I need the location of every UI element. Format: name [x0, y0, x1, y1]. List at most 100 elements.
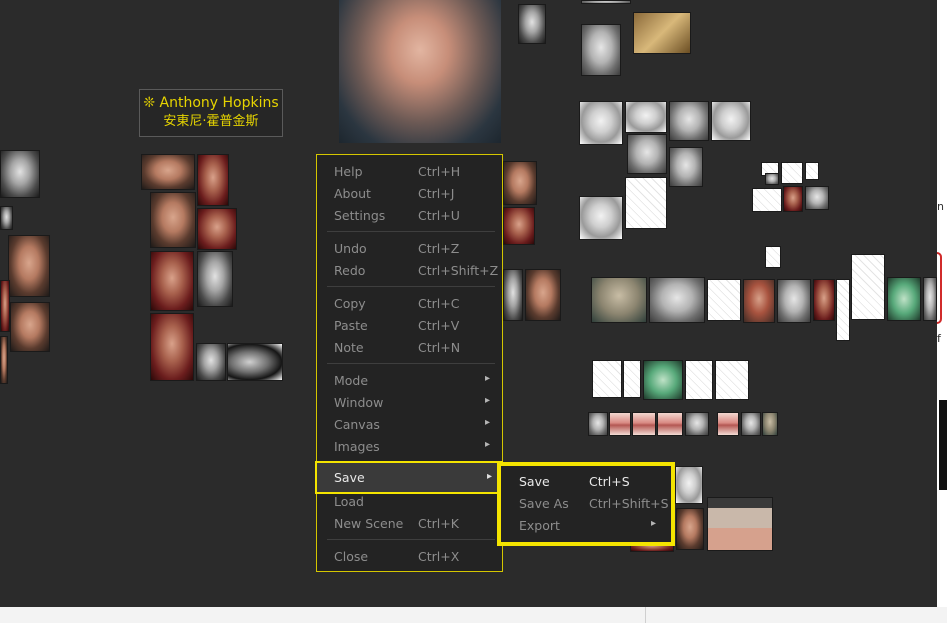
thumbnail-image[interactable] — [657, 412, 683, 436]
menu-item-help[interactable]: Help Ctrl+H — [317, 161, 502, 183]
thumbnail-image[interactable] — [836, 279, 850, 341]
thumbnail-image[interactable] — [525, 269, 561, 321]
menu-item-about[interactable]: About Ctrl+J — [317, 183, 502, 205]
thumbnail-image[interactable] — [632, 412, 656, 436]
thumbnail-image[interactable] — [579, 196, 623, 240]
menu-item-shortcut: Ctrl+X — [418, 549, 460, 564]
thumbnail-image[interactable] — [669, 101, 709, 141]
thumbnail-image[interactable] — [579, 101, 623, 145]
thumbnail-image[interactable] — [625, 101, 667, 133]
thumbnail-image[interactable] — [518, 4, 546, 44]
thumbnail-image[interactable] — [227, 343, 283, 381]
thumbnail-image[interactable] — [707, 497, 773, 551]
menu-item-window[interactable]: Window ▸ — [317, 392, 502, 414]
thumbnail-image[interactable] — [588, 412, 608, 436]
menu-item-shortcut: Ctrl+Shift+S — [589, 496, 669, 511]
thumbnail-image[interactable] — [150, 192, 196, 248]
menu-item-shortcut: Ctrl+S — [589, 474, 630, 489]
thumbnail-image[interactable] — [0, 206, 13, 230]
thumbnail-image[interactable] — [150, 313, 194, 381]
thumbnail-image[interactable] — [503, 161, 537, 205]
menu-item-images[interactable]: Images ▸ — [317, 436, 502, 458]
thumbnail-image[interactable] — [762, 412, 778, 436]
thumbnail-image[interactable] — [685, 412, 709, 436]
thumbnail-image[interactable] — [197, 154, 229, 206]
thumbnail-image[interactable] — [609, 412, 631, 436]
menu-item-label: Save As — [519, 496, 569, 511]
chevron-right-icon: ▸ — [485, 373, 491, 384]
thumbnail-image[interactable] — [675, 466, 703, 504]
menu-item-label: Window — [334, 395, 384, 410]
thumbnail-image[interactable] — [752, 188, 782, 212]
thumbnail-image[interactable] — [765, 173, 779, 185]
thumbnail-image[interactable] — [717, 412, 739, 436]
menu-item-undo[interactable]: Undo Ctrl+Z — [317, 238, 502, 260]
menu-item-shortcut: Ctrl+C — [418, 296, 460, 311]
reference-board-canvas[interactable]: ❊ Anthony Hopkins 安東尼·霍普金斯 Help Ctrl+H A… — [0, 0, 937, 607]
menu-item-new-scene[interactable]: New Scene Ctrl+K — [317, 513, 502, 535]
thumbnail-image[interactable] — [887, 277, 921, 321]
menu-item-note[interactable]: Note Ctrl+N — [317, 337, 502, 359]
thumbnail-image[interactable] — [581, 24, 621, 76]
menu-item-label: Redo — [334, 263, 366, 278]
background-text-fragment: n — [937, 200, 944, 213]
thumbnail-image[interactable] — [0, 280, 10, 332]
thumbnail-image[interactable] — [592, 360, 622, 398]
thumbnail-image[interactable] — [781, 162, 803, 184]
thumbnail-image[interactable] — [196, 343, 226, 381]
thumbnail-image[interactable] — [197, 208, 237, 250]
thumbnail-image[interactable] — [10, 302, 50, 352]
thumbnail-image[interactable] — [715, 360, 749, 400]
thumbnail-image[interactable] — [813, 279, 835, 321]
thumbnail-image[interactable] — [197, 251, 233, 307]
thumbnail-image[interactable] — [503, 207, 535, 245]
menu-item-label: Export — [519, 518, 560, 533]
submenu-item-export[interactable]: Export ▸ — [501, 516, 671, 538]
thumbnail-image[interactable] — [0, 336, 8, 384]
thumbnail-image[interactable] — [669, 147, 703, 187]
menu-item-save[interactable]: Save ▸ — [315, 461, 503, 494]
thumbnail-image[interactable] — [805, 186, 829, 210]
menu-item-shortcut: Ctrl+V — [418, 318, 460, 333]
thumbnail-image[interactable] — [741, 412, 761, 436]
thumbnail-image[interactable] — [581, 0, 631, 4]
thumbnail-image[interactable] — [851, 254, 885, 320]
menu-item-close[interactable]: Close Ctrl+X — [317, 546, 502, 568]
thumbnail-image[interactable] — [805, 162, 819, 180]
thumbnail-image[interactable] — [783, 186, 803, 212]
menu-item-canvas[interactable]: Canvas ▸ — [317, 414, 502, 436]
thumbnail-image[interactable] — [503, 269, 523, 321]
menu-separator — [327, 231, 495, 232]
thumbnail-image[interactable] — [625, 177, 667, 229]
thumbnail-image[interactable] — [591, 277, 647, 323]
name-label-note[interactable]: ❊ Anthony Hopkins 安東尼·霍普金斯 — [139, 89, 283, 137]
main-portrait-image[interactable] — [339, 0, 501, 143]
thumbnail-image[interactable] — [711, 101, 751, 141]
menu-item-settings[interactable]: Settings Ctrl+U — [317, 205, 502, 227]
menu-item-label: Save — [334, 470, 365, 485]
thumbnail-image[interactable] — [765, 246, 781, 268]
thumbnail-image[interactable] — [633, 12, 691, 54]
thumbnail-image[interactable] — [923, 277, 937, 321]
thumbnail-image[interactable] — [8, 235, 50, 297]
menu-item-label: Paste — [334, 318, 368, 333]
thumbnail-image[interactable] — [676, 508, 704, 550]
menu-item-copy[interactable]: Copy Ctrl+C — [317, 293, 502, 315]
thumbnail-image[interactable] — [141, 154, 195, 190]
submenu-item-save[interactable]: Save Ctrl+S — [501, 472, 671, 494]
menu-item-mode[interactable]: Mode ▸ — [317, 370, 502, 392]
thumbnail-image[interactable] — [643, 360, 683, 400]
thumbnail-image[interactable] — [150, 251, 194, 311]
menu-item-paste[interactable]: Paste Ctrl+V — [317, 315, 502, 337]
thumbnail-image[interactable] — [627, 134, 667, 174]
thumbnail-image[interactable] — [0, 150, 40, 198]
thumbnail-image[interactable] — [623, 360, 641, 398]
thumbnail-image[interactable] — [685, 360, 713, 400]
thumbnail-image[interactable] — [777, 279, 811, 323]
thumbnail-image[interactable] — [743, 279, 775, 323]
menu-item-load[interactable]: Load — [317, 491, 502, 513]
thumbnail-image[interactable] — [707, 279, 741, 321]
menu-item-redo[interactable]: Redo Ctrl+Shift+Z — [317, 260, 502, 282]
submenu-item-save-as[interactable]: Save As Ctrl+Shift+S — [501, 494, 671, 516]
thumbnail-image[interactable] — [649, 277, 705, 323]
